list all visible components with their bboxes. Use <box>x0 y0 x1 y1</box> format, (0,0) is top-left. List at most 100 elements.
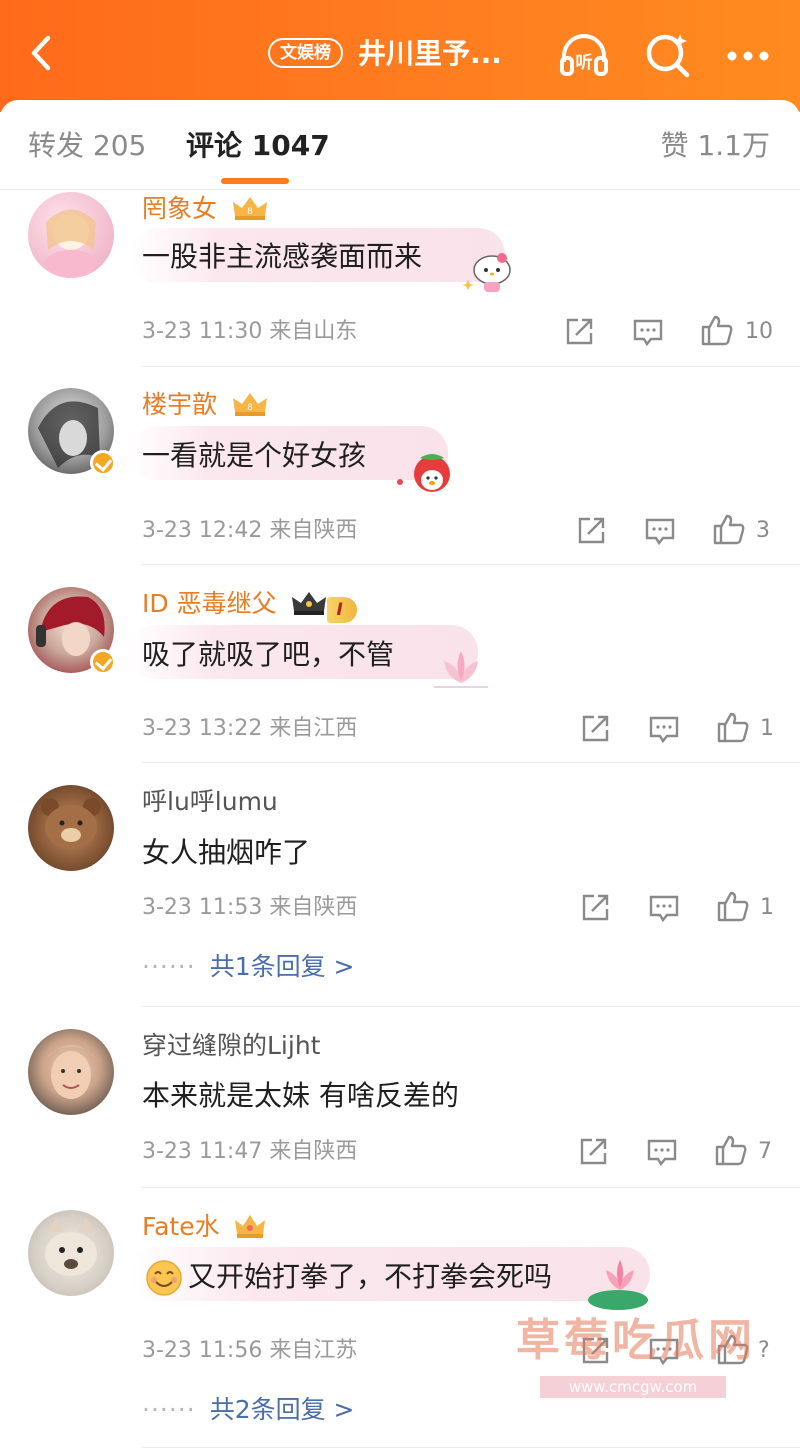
tab-bar: 转发 205 评论 1047 赞 1.1万 <box>0 100 800 190</box>
comment-location: 来自江苏 <box>269 1338 358 1363</box>
comment-text: 又开始打拳了，不打拳会死吗 <box>188 1260 553 1293</box>
comment-location: 来自陕西 <box>269 895 358 920</box>
vip-crown-icon <box>234 1215 265 1238</box>
like-count: 7 <box>758 1139 772 1164</box>
comment-text: 本来就是太妹 有啥反差的 <box>142 1079 459 1112</box>
comment-location: 来自陕西 <box>269 1139 358 1164</box>
comment-meta: 3-23 11:30 来自山东 <box>142 317 357 347</box>
comment-time: 3-23 13:22 <box>142 716 263 741</box>
share-icon[interactable] <box>578 712 612 746</box>
hello-kitty-sticker-icon <box>462 253 511 292</box>
thumbs-up-icon[interactable] <box>700 313 734 347</box>
share-icon[interactable] <box>562 315 596 349</box>
username[interactable]: 罔象女 8 <box>142 194 269 224</box>
dots-icon: ······ <box>142 1395 196 1424</box>
view-replies-text[interactable]: 共2条回复 > <box>210 1395 355 1424</box>
username-text[interactable]: Fate水 <box>142 1212 220 1241</box>
share-icon[interactable] <box>578 891 612 925</box>
avatar[interactable] <box>28 1029 114 1115</box>
comment-icon[interactable] <box>647 891 681 925</box>
verified-badge-icon <box>90 450 116 476</box>
more-icon[interactable] <box>720 28 776 84</box>
comment-item: 呼lu呼lumu 女人抽烟咋了 3-23 11:53 来自陕西 1 ······… <box>0 783 800 1006</box>
comment-meta: 3-23 12:42 来自陕西 <box>142 516 357 546</box>
username[interactable]: Fate水 <box>142 1212 266 1242</box>
search-icon[interactable] <box>640 28 696 84</box>
username-text[interactable]: 楼宇歆 <box>142 390 217 419</box>
level-badge: I <box>326 597 357 623</box>
page-title[interactable]: 井川里予... <box>358 34 502 74</box>
tab-likes[interactable]: 赞 1.1万 <box>661 128 770 164</box>
comment-time: 3-23 11:56 <box>142 1338 263 1363</box>
view-replies-link[interactable]: ······ 共1条回复 > <box>142 951 355 983</box>
view-replies-link[interactable]: ······ 共2条回复 > <box>142 1394 355 1426</box>
active-tab-indicator <box>221 178 289 184</box>
weibo-comment-page: 文娱榜 井川里予... 听 转发 205 评论 1047 赞 1.1万 罔象女 … <box>0 0 800 1452</box>
comment-meta: 3-23 11:47 来自陕西 <box>142 1137 357 1167</box>
comment-icon[interactable] <box>647 712 681 746</box>
username[interactable]: ID 恶毒继父 I <box>142 589 357 623</box>
comment-meta: 3-23 11:53 来自陕西 <box>142 893 357 923</box>
lotus-pad-sticker-icon <box>588 1260 648 1310</box>
vip-crown-icon: 8 <box>232 393 267 416</box>
comment-text: 一看就是个好女孩 <box>142 439 367 472</box>
like-count: 1 <box>760 895 774 920</box>
avatar[interactable] <box>28 192 114 278</box>
comment-item: 楼宇歆 8 一看就是个好女孩 3-23 12:42 来自陕西 3 <box>0 386 800 564</box>
comment-meta: 3-23 11:56 来自江苏 <box>142 1336 357 1366</box>
like-count: 3 <box>756 518 770 543</box>
divider <box>142 564 800 565</box>
vip-crown-icon: 8 <box>232 197 267 220</box>
smile-emoji-icon <box>146 1260 182 1296</box>
comment-text: 女人抽烟咋了 <box>142 836 311 869</box>
username[interactable]: 楼宇歆 8 <box>142 390 269 420</box>
thumbs-up-icon[interactable] <box>716 889 750 923</box>
thumbs-up-icon[interactable] <box>716 710 750 744</box>
comment-time: 3-23 11:47 <box>142 1139 263 1164</box>
hot-list-tag[interactable]: 文娱榜 <box>268 38 343 68</box>
svg-text:听: 听 <box>576 52 593 73</box>
comment-time: 3-23 11:53 <box>142 895 263 920</box>
thumbs-up-icon[interactable] <box>712 512 746 546</box>
comment-icon[interactable] <box>643 514 677 548</box>
share-icon[interactable] <box>576 1135 610 1169</box>
thumbs-up-icon[interactable] <box>714 1133 748 1167</box>
tab-reposts[interactable]: 转发 205 <box>28 128 146 164</box>
svg-text:8: 8 <box>247 403 253 413</box>
username[interactable]: 呼lu呼lumu <box>142 787 278 817</box>
comment-item: ID 恶毒继父 I 吸了就吸了吧，不管 3-23 13:22 来自江西 1 <box>0 585 800 763</box>
share-icon[interactable] <box>574 514 608 548</box>
comment-item: 罔象女 8 一股非主流感袭面而来 3-23 11:30 来自山东 10 <box>0 190 800 367</box>
comment-time: 3-23 11:30 <box>142 319 263 344</box>
divider <box>142 1006 800 1007</box>
comment-location: 来自江西 <box>269 716 358 741</box>
comment-icon[interactable] <box>631 315 665 349</box>
tab-comments[interactable]: 评论 1047 <box>186 128 330 164</box>
divider <box>142 1447 800 1448</box>
comment-location: 来自陕西 <box>269 518 358 543</box>
strawberry-sticker-icon <box>397 454 450 492</box>
comment-location: 来自山东 <box>269 319 358 344</box>
comment-item: 穿过缝隙的Lijht 本来就是太妹 有啥反差的 3-23 11:47 来自陕西 … <box>0 1027 800 1187</box>
vip-crown-icon <box>291 592 326 615</box>
headphones-icon[interactable]: 听 <box>556 28 612 84</box>
divider <box>142 366 800 367</box>
username-text[interactable]: ID 恶毒继父 <box>142 589 277 618</box>
comment-text: 吸了就吸了吧，不管 <box>142 638 395 671</box>
top-header: 文娱榜 井川里予... 听 <box>0 0 800 112</box>
comment-text: 一股非主流感袭面而来 <box>142 240 423 273</box>
view-replies-text[interactable]: 共1条回复 > <box>210 952 355 981</box>
username[interactable]: 穿过缝隙的Lijht <box>142 1031 320 1061</box>
avatar[interactable] <box>28 785 114 871</box>
avatar[interactable] <box>28 1210 114 1296</box>
lotus-sticker-icon <box>434 651 488 688</box>
svg-text:8: 8 <box>247 207 253 217</box>
chevron-left-icon[interactable] <box>22 30 68 76</box>
verified-badge-icon <box>90 649 116 675</box>
username-text[interactable]: 罔象女 <box>142 194 217 223</box>
comment-time: 3-23 12:42 <box>142 518 263 543</box>
comment-meta: 3-23 13:22 来自江西 <box>142 714 357 744</box>
comment-icon[interactable] <box>645 1135 679 1169</box>
watermark-text: 草莓吃瓜网 <box>516 1315 756 1366</box>
dots-icon: ······ <box>142 952 196 981</box>
